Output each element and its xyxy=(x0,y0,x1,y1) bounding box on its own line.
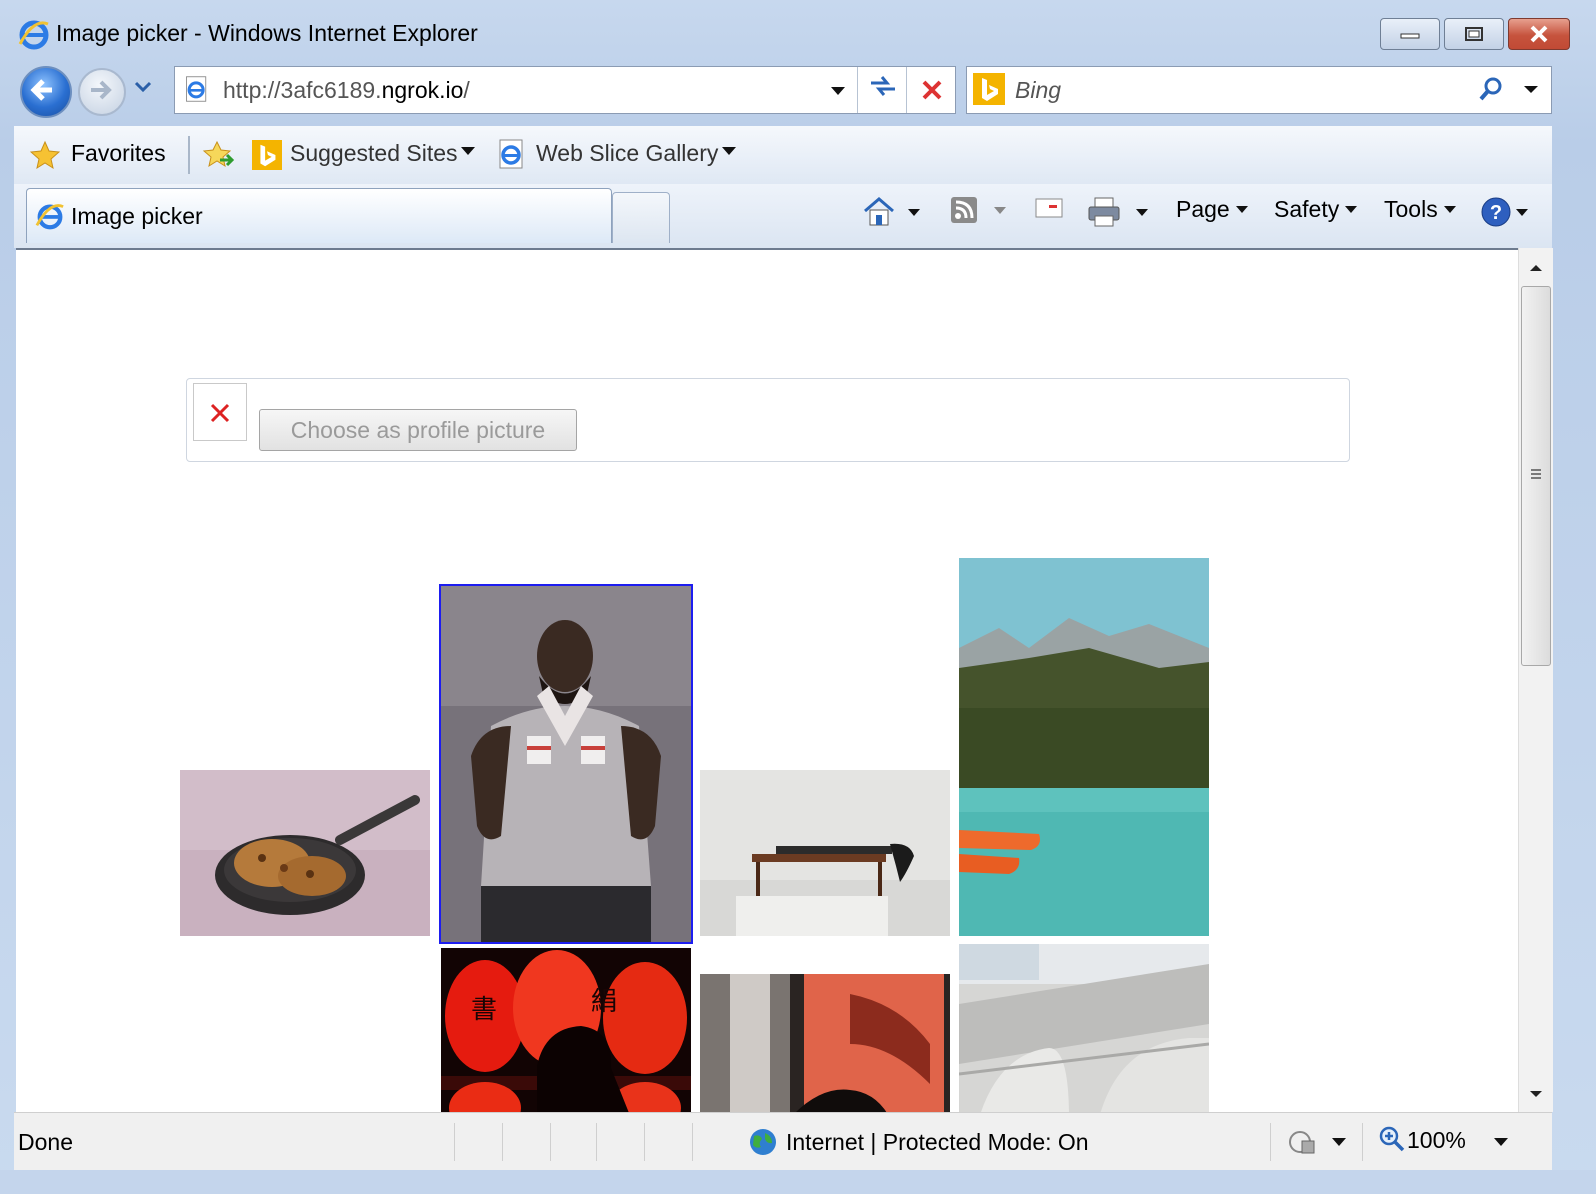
forward-arrow-icon xyxy=(91,80,112,100)
tab-row: Image picker Page Safety Tools ? xyxy=(14,184,1552,248)
internet-zone-globe-icon xyxy=(750,1129,776,1155)
page-menu-dropdown-icon xyxy=(1235,206,1248,213)
safety-menu-label: Safety xyxy=(1274,196,1340,222)
page-menu-label: Page xyxy=(1176,196,1230,222)
rss-feed-icon xyxy=(951,197,977,223)
security-status-icon[interactable] xyxy=(1286,1127,1320,1157)
image-tile-cookies[interactable] xyxy=(180,770,430,936)
back-button[interactable] xyxy=(20,66,72,118)
profile-picture-panel: Choose as profile picture xyxy=(186,378,1350,462)
refresh-button[interactable] xyxy=(863,71,903,109)
security-dropdown-icon[interactable] xyxy=(1332,1138,1346,1148)
minimize-button[interactable] xyxy=(1380,18,1440,50)
printer-icon xyxy=(1088,197,1120,227)
close-icon xyxy=(1530,25,1548,43)
print-button[interactable] xyxy=(1086,196,1148,228)
svg-text:書: 書 xyxy=(471,995,497,1025)
scrollbar-thumb[interactable] xyxy=(1521,286,1551,666)
tools-menu[interactable]: Tools xyxy=(1384,196,1456,223)
svg-text:絹: 絹 xyxy=(591,987,617,1017)
zoom-dropdown-icon[interactable] xyxy=(1494,1138,1508,1148)
title-bar: Image picker - Windows Internet Explorer xyxy=(0,0,1596,64)
scroll-down-arrow-icon[interactable] xyxy=(1519,1082,1553,1106)
home-button[interactable] xyxy=(862,196,920,228)
stop-icon xyxy=(922,80,942,100)
refresh-icon xyxy=(871,76,895,96)
mail-icon xyxy=(1035,198,1063,218)
image-tile-concrete[interactable] xyxy=(959,944,1209,1114)
stop-button[interactable] xyxy=(913,71,951,109)
address-dropdown-icon[interactable] xyxy=(827,79,849,101)
safety-menu[interactable]: Safety xyxy=(1274,196,1358,223)
search-options-dropdown-icon[interactable] xyxy=(1521,79,1541,99)
tab-image-picker[interactable]: Image picker xyxy=(26,188,612,243)
help-button[interactable]: ? xyxy=(1480,196,1528,228)
tab-ie-icon xyxy=(35,204,64,230)
suggested-sites-bing-icon xyxy=(252,140,282,170)
forward-button[interactable] xyxy=(78,68,126,116)
vertical-scrollbar[interactable] xyxy=(1518,248,1553,1112)
favorites-star-icon[interactable] xyxy=(30,140,60,170)
favorites-bar: Favorites Suggested Sites Web Slice Gall… xyxy=(14,126,1552,184)
minimize-icon xyxy=(1400,33,1420,39)
safety-menu-dropdown-icon xyxy=(1345,206,1358,213)
bing-logo-icon xyxy=(973,73,1005,105)
security-zone-text[interactable]: Internet | Protected Mode: On xyxy=(786,1129,1089,1156)
search-box[interactable]: Bing xyxy=(966,66,1552,114)
ie-logo-icon xyxy=(18,20,49,50)
page-menu[interactable]: Page xyxy=(1176,196,1248,223)
choose-profile-picture-button[interactable]: Choose as profile picture xyxy=(259,409,577,451)
window-title: Image picker - Windows Internet Explorer xyxy=(56,20,478,46)
add-to-favorites-bar-icon[interactable] xyxy=(202,138,236,172)
new-tab-button[interactable] xyxy=(612,192,670,243)
broken-image-icon xyxy=(210,403,230,423)
maximize-button[interactable] xyxy=(1444,18,1504,50)
image-tile-silhouette[interactable] xyxy=(700,974,950,1114)
page-ie-icon xyxy=(186,76,207,102)
image-tile-lake[interactable] xyxy=(959,558,1209,936)
back-arrow-icon xyxy=(30,79,52,101)
address-bar[interactable]: http://3afc6189.ngrok.io/ xyxy=(174,66,956,114)
image-tile-lanterns[interactable]: 書 絹 xyxy=(441,948,691,1114)
recent-pages-dropdown-icon[interactable] xyxy=(133,80,153,94)
search-icon[interactable] xyxy=(1477,75,1505,103)
status-bar: Done Internet | Protected Mode: On 100% xyxy=(14,1112,1552,1171)
favorites-button[interactable]: Favorites xyxy=(71,140,166,167)
zoom-magnifier-icon[interactable] xyxy=(1378,1125,1406,1153)
restore-icon xyxy=(1465,27,1483,41)
tools-menu-dropdown-icon xyxy=(1443,206,1456,213)
window-bottom-border xyxy=(0,1170,1596,1194)
feeds-button[interactable] xyxy=(950,196,1006,224)
suggested-sites-dropdown-icon[interactable] xyxy=(461,147,475,157)
close-button[interactable] xyxy=(1508,18,1570,50)
address-url[interactable]: http://3afc6189.ngrok.io/ xyxy=(223,77,470,104)
tab-label: Image picker xyxy=(71,203,203,229)
suggested-sites-link[interactable]: Suggested Sites xyxy=(290,140,458,167)
home-icon xyxy=(864,197,894,226)
image-tile-table[interactable] xyxy=(700,770,950,936)
web-slice-dropdown-icon[interactable] xyxy=(722,147,736,157)
status-text: Done xyxy=(18,1129,73,1155)
search-placeholder[interactable]: Bing xyxy=(1015,77,1061,104)
svg-text:?: ? xyxy=(1490,202,1502,224)
broken-image-placeholder xyxy=(193,383,247,441)
web-slice-ie-icon xyxy=(499,139,523,169)
help-icon: ? xyxy=(1481,197,1511,227)
web-slice-gallery-link[interactable]: Web Slice Gallery xyxy=(536,140,718,167)
scrollbar-grip-icon xyxy=(1531,469,1541,479)
page-content: Choose as profile picture 書 絹 xyxy=(16,248,1518,1114)
tools-menu-label: Tools xyxy=(1384,196,1438,222)
zoom-level[interactable]: 100% xyxy=(1407,1127,1466,1154)
image-tile-man[interactable] xyxy=(439,584,693,944)
read-mail-button[interactable] xyxy=(1034,196,1064,220)
browser-window: Image picker - Windows Internet Explorer… xyxy=(0,0,1596,1194)
scroll-up-arrow-icon[interactable] xyxy=(1519,256,1553,280)
